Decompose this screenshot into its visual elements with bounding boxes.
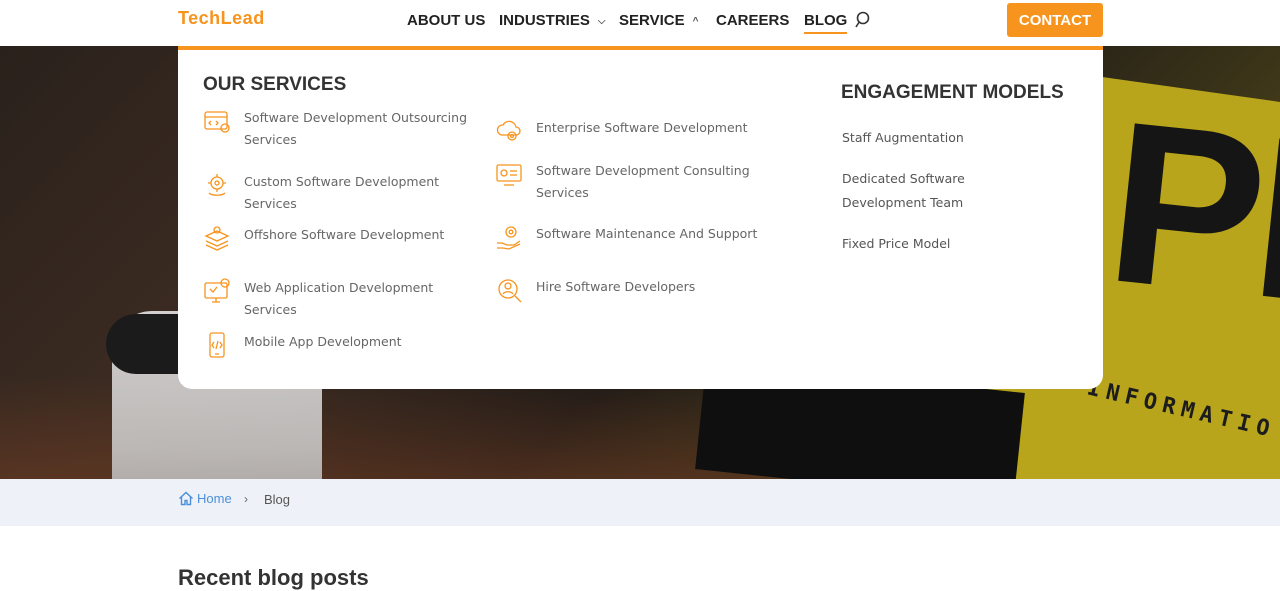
service-item-web-app[interactable]: Web Application Development Services [203, 277, 484, 321]
section-title: Recent blog posts [178, 565, 369, 590]
service-label: Web Application Development Services [244, 280, 434, 317]
search-icon[interactable] [855, 11, 873, 29]
contact-button[interactable]: CONTACT [1007, 3, 1103, 37]
engagement-heading: ENGAGEMENT MODELS [841, 82, 1064, 103]
service-item-hire[interactable]: Hire Software Developers [495, 276, 796, 304]
layers-gear-icon [204, 226, 230, 251]
nav-industries-label: INDUSTRIES [499, 12, 590, 29]
breadcrumb-home-label: Home [197, 491, 232, 506]
service-label: Mobile App Development [244, 334, 402, 349]
mobile-code-icon [209, 332, 225, 358]
home-icon [179, 491, 193, 506]
service-item-maintenance[interactable]: Software Maintenance And Support [495, 223, 796, 251]
nav-service-label: SERVICE [619, 12, 685, 29]
breadcrumb: Home › Blog [0, 479, 1280, 526]
service-label: Enterprise Software Development [536, 120, 748, 135]
chevron-down-icon: ⌵ [597, 15, 606, 27]
chevron-up-icon: ^ [692, 15, 699, 27]
service-label: Custom Software Development Services [244, 174, 440, 211]
breadcrumb-current: Blog [264, 492, 291, 507]
service-item-offshore[interactable]: Offshore Software Development [203, 224, 484, 252]
service-label: Software Development Consulting Services [536, 163, 750, 200]
nav-industries[interactable]: INDUSTRIES ⌵ [499, 12, 605, 29]
cloud-gear-icon [496, 120, 521, 141]
custom-gear-icon [208, 174, 226, 196]
nav-careers[interactable]: CAREERS [716, 12, 789, 29]
service-item-custom[interactable]: Custom Software Development Services [203, 171, 484, 215]
web-monitor-icon [204, 278, 230, 303]
hero-sign-letters: PLO [1097, 72, 1280, 375]
service-label: Offshore Software Development [244, 227, 445, 242]
hand-gear-icon [497, 226, 521, 250]
service-label: Software Maintenance And Support [536, 226, 758, 241]
engagement-item-fixed-price[interactable]: Fixed Price Model [842, 232, 1072, 256]
breadcrumb-home[interactable]: Home [178, 491, 232, 506]
person-search-icon [498, 279, 522, 303]
engagement-item-dedicated[interactable]: Dedicated Software Development Team [842, 167, 1052, 215]
site-header: TechLead ABOUT US INDUSTRIES ⌵ SERVICE ^ C… [0, 0, 1280, 46]
services-dropdown: OUR SERVICES Software Development Outsou… [178, 46, 1103, 389]
nav-about-us[interactable]: ABOUT US [407, 12, 485, 29]
logo[interactable]: TechLead [178, 8, 265, 29]
engagement-item-staff[interactable]: Staff Augmentation [842, 126, 1072, 150]
service-item-enterprise[interactable]: Enterprise Software Development [495, 117, 796, 145]
service-label: Software Development Outsourcing Service… [244, 110, 468, 147]
nav-blog[interactable]: BLOG [804, 12, 848, 34]
monitor-gear-icon [496, 164, 522, 186]
service-item-consulting[interactable]: Software Development Consulting Services [495, 160, 756, 204]
service-item-outsourcing[interactable]: Software Development Outsourcing Service… [203, 107, 484, 151]
services-heading: OUR SERVICES [203, 74, 347, 95]
service-label: Hire Software Developers [536, 279, 696, 294]
chevron-right-icon: › [244, 492, 248, 506]
nav-service[interactable]: SERVICE ^ [619, 12, 698, 29]
code-window-icon [204, 111, 230, 133]
service-item-mobile[interactable]: Mobile App Development [203, 331, 484, 359]
